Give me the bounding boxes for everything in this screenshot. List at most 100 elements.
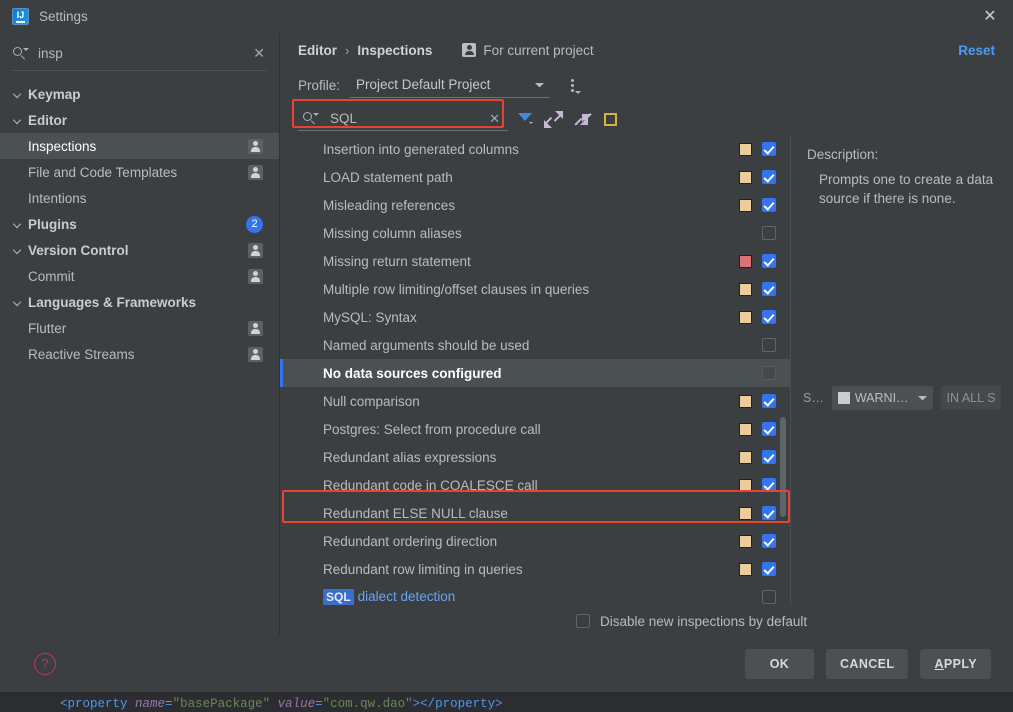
sidebar-item-languages-frameworks[interactable]: Languages & Frameworks xyxy=(0,289,279,315)
inspection-enabled-checkbox[interactable] xyxy=(762,506,776,520)
sidebar-item-label: Intentions xyxy=(28,190,87,206)
clear-icon[interactable]: ✕ xyxy=(485,111,504,127)
inspection-row-controls xyxy=(739,422,776,436)
apply-button[interactable]: A PPLY xyxy=(920,649,991,679)
sidebar-item-version-control[interactable]: Version Control xyxy=(0,237,279,263)
filter-funnel-icon[interactable] xyxy=(517,110,534,128)
severity-select[interactable]: WARNI… xyxy=(831,386,933,410)
sidebar-item-keymap[interactable]: Keymap xyxy=(0,81,279,107)
inspection-row[interactable]: Missing column aliases xyxy=(280,219,790,247)
sidebar-item-intentions[interactable]: Intentions xyxy=(0,185,279,211)
inspection-row[interactable]: Insertion into generated columns xyxy=(280,135,790,163)
filter-bar: SQL ✕ xyxy=(280,99,1013,135)
expand-all-icon[interactable] xyxy=(542,108,564,130)
inspection-enabled-checkbox[interactable] xyxy=(762,422,776,436)
search-input[interactable]: insp xyxy=(38,46,251,61)
inspection-enabled-checkbox[interactable] xyxy=(762,590,776,604)
inspection-enabled-checkbox[interactable] xyxy=(762,338,776,352)
sidebar-item-flutter[interactable]: Flutter xyxy=(0,315,279,341)
severity-swatch-none xyxy=(739,367,752,380)
project-scope-icon xyxy=(248,320,263,336)
severity-swatch-warning xyxy=(739,478,752,492)
sidebar-search[interactable]: insp ✕ xyxy=(12,37,267,71)
inspection-row[interactable]: Postgres: Select from procedure call xyxy=(280,415,790,443)
more-options-icon[interactable] xyxy=(564,75,582,95)
description-panel: Description: Prompts one to create a dat… xyxy=(790,135,1013,606)
chevron-down-icon[interactable] xyxy=(12,114,24,126)
sidebar-item-label: Reactive Streams xyxy=(28,346,135,362)
project-scope-icon xyxy=(248,346,263,362)
collapse-all-icon[interactable] xyxy=(572,108,594,130)
filter-input-wrap[interactable]: SQL ✕ xyxy=(298,107,508,131)
code-attr-name: name xyxy=(135,697,166,711)
yellow-square-toggle-icon[interactable] xyxy=(604,112,617,126)
inspection-enabled-checkbox[interactable] xyxy=(762,478,776,492)
inspection-enabled-checkbox[interactable] xyxy=(762,366,776,380)
inspection-enabled-checkbox[interactable] xyxy=(762,254,776,268)
inspection-row[interactable]: Redundant alias expressions xyxy=(280,443,790,471)
inspection-row-controls xyxy=(739,506,776,520)
scope-badge: For current project xyxy=(462,43,594,58)
inspection-row[interactable]: Missing return statement xyxy=(280,247,790,275)
settings-dialog: Settings ✕ insp ✕ Keymap Editor Inspection… xyxy=(0,0,1013,692)
disable-new-inspections-checkbox[interactable] xyxy=(576,614,590,628)
sidebar-item-commit[interactable]: Commit xyxy=(0,263,279,289)
inspection-row[interactable]: No data sources configured xyxy=(280,359,790,387)
inspection-row[interactable]: LOAD statement path xyxy=(280,163,790,191)
inspection-enabled-checkbox[interactable] xyxy=(762,170,776,184)
inspection-filter-input[interactable]: SQL xyxy=(330,111,485,126)
dialog-title: Settings xyxy=(39,8,88,24)
inspection-enabled-checkbox[interactable] xyxy=(762,142,776,156)
severity-color-chip xyxy=(837,392,850,404)
inspection-row[interactable]: Misleading references xyxy=(280,191,790,219)
inspection-name: Multiple row limiting/offset clauses in … xyxy=(323,281,590,297)
chevron-down-icon[interactable] xyxy=(12,296,24,308)
inspection-enabled-checkbox[interactable] xyxy=(762,226,776,240)
sidebar-item-plugins[interactable]: Plugins 2 xyxy=(0,211,279,237)
nav-spacer xyxy=(12,218,24,230)
chevron-down-icon[interactable] xyxy=(12,244,24,256)
reset-link[interactable]: Reset xyxy=(958,43,995,58)
inspection-name-wrap: SQL dialect detection xyxy=(323,588,455,606)
severity-row: S… WARNI… IN ALL S xyxy=(803,386,1002,410)
inspection-enabled-checkbox[interactable] xyxy=(762,282,776,296)
inspection-enabled-checkbox[interactable] xyxy=(762,310,776,324)
sidebar-item-reactive-streams[interactable]: Reactive Streams xyxy=(0,341,279,367)
inspection-row[interactable]: Null comparison xyxy=(280,387,790,415)
inspection-enabled-checkbox[interactable] xyxy=(762,562,776,576)
profile-select[interactable]: Project Default Project xyxy=(350,73,551,98)
inspection-enabled-checkbox[interactable] xyxy=(762,450,776,464)
close-icon[interactable]: ✕ xyxy=(967,0,1013,33)
inspection-row-sql-dialect-detection[interactable]: SQL dialect detection xyxy=(280,583,790,606)
sidebar-item-editor[interactable]: Editor xyxy=(0,107,279,133)
ok-button[interactable]: OK xyxy=(744,649,814,679)
dialog-body: insp ✕ Keymap Editor Inspections File and C… xyxy=(0,33,1013,636)
profile-label: Profile: xyxy=(298,77,341,93)
sidebar-item-inspections[interactable]: Inspections xyxy=(0,133,279,159)
inspection-row-controls xyxy=(739,198,776,212)
help-icon[interactable]: ? xyxy=(34,653,56,675)
sidebar-item-label: Commit xyxy=(28,268,75,284)
disable-new-inspections-label: Disable new inspections by default xyxy=(600,613,808,629)
code-equals-1: = xyxy=(165,697,173,711)
severity-swatch-error xyxy=(739,254,752,268)
inspection-enabled-checkbox[interactable] xyxy=(762,534,776,548)
sidebar-item-file-and-code-templates[interactable]: File and Code Templates xyxy=(0,159,279,185)
inspection-row[interactable]: Redundant ordering direction xyxy=(280,527,790,555)
clear-icon[interactable]: ✕ xyxy=(251,45,267,62)
search-icon xyxy=(12,46,29,62)
inspection-row[interactable]: Redundant row limiting in queries xyxy=(280,555,790,583)
search-icon xyxy=(302,111,319,127)
breadcrumb-parent[interactable]: Editor xyxy=(298,43,337,58)
inspection-row[interactable]: Multiple row limiting/offset clauses in … xyxy=(280,275,790,303)
inspection-name: Redundant ELSE NULL clause xyxy=(323,505,508,521)
inspection-row[interactable]: Redundant ELSE NULL clause xyxy=(280,499,790,527)
severity-scope-chip[interactable]: IN ALL S xyxy=(940,386,1002,410)
inspection-row[interactable]: Named arguments should be used xyxy=(280,331,790,359)
cancel-button[interactable]: CANCEL xyxy=(825,649,909,679)
inspection-row[interactable]: Redundant code in COALESCE call xyxy=(280,471,790,499)
inspection-row[interactable]: MySQL: Syntax xyxy=(280,303,790,331)
inspection-list-scrollbar[interactable] xyxy=(780,417,786,517)
inspection-enabled-checkbox[interactable] xyxy=(762,198,776,212)
inspection-enabled-checkbox[interactable] xyxy=(762,394,776,408)
